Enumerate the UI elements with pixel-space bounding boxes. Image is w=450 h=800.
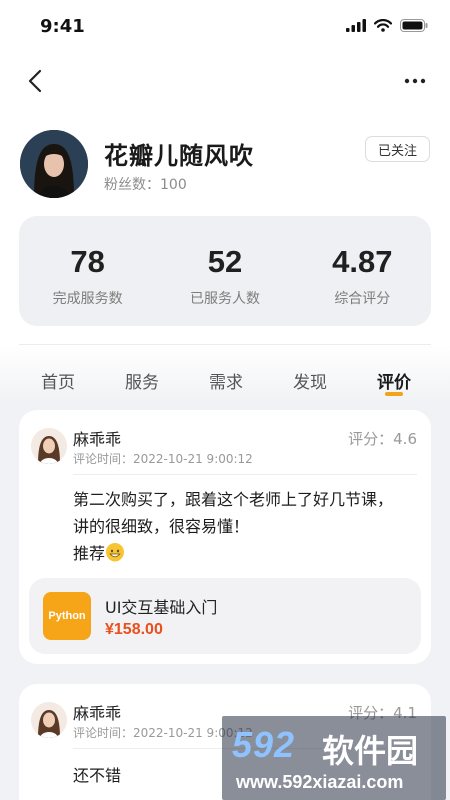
stat-value: 52: [207, 244, 243, 279]
watermark-text: 软件园: [322, 732, 419, 770]
tab-bar: 首页 服务 需求 发现 评价: [0, 362, 450, 402]
stats-panel: 78 完成服务数 52 已服务人数 4.87 综合评分: [19, 216, 431, 326]
avatar[interactable]: [31, 702, 67, 738]
review-text-line: 第二次购买了，跟着这个老师上了好几节课，: [73, 490, 394, 509]
profile-header: 花瓣儿随风吹 粉丝数：100 已关注: [0, 128, 450, 202]
wifi-icon: [374, 19, 392, 32]
review-text-line: 推荐: [73, 540, 417, 567]
fans-count: 粉丝数：100: [104, 177, 187, 193]
stat-completed-services: 78 完成服务数: [19, 216, 156, 326]
review-text: 还不错: [73, 766, 122, 785]
active-tab-indicator: [385, 392, 403, 396]
avatar[interactable]: [20, 130, 88, 198]
review-score: 评分：4.6: [348, 430, 417, 448]
avatar[interactable]: [31, 428, 67, 464]
nav-bar: [0, 56, 450, 106]
more-dots-icon: [404, 78, 426, 84]
back-button[interactable]: [18, 64, 52, 98]
product-title: UI交互基础入门: [105, 598, 218, 617]
reviewer-name: 麻乖乖: [73, 430, 122, 449]
stat-served-people: 52 已服务人数: [156, 216, 293, 326]
review-text-line: 讲的很细致，很容易懂！: [73, 517, 250, 536]
stat-value: 4.87: [332, 244, 393, 279]
stat-overall-rating: 4.87 综合评分: [294, 216, 431, 326]
profile-name: 花瓣儿随风吹: [104, 142, 254, 170]
divider: [73, 474, 417, 475]
tab-home[interactable]: 首页: [41, 368, 75, 393]
tab-discover[interactable]: 发现: [293, 368, 327, 393]
status-time: 9:41: [40, 16, 85, 37]
battery-icon: [400, 19, 428, 32]
stat-label: 综合评分: [334, 291, 391, 307]
reviewer-avatar-icon: [31, 428, 67, 464]
status-bar: 9:41: [0, 0, 450, 56]
watermark-url: www.592xiazai.com: [236, 772, 404, 792]
reviewer-avatar-icon: [31, 702, 67, 738]
grin-emoji-icon: [106, 543, 125, 562]
stat-value: 78: [70, 244, 105, 279]
follow-button[interactable]: 已关注: [364, 136, 430, 162]
signal-icon: [346, 19, 366, 32]
tab-services[interactable]: 服务: [125, 368, 159, 393]
reviewer-name: 麻乖乖: [73, 704, 122, 723]
review-text: 第二次购买了，跟着这个老师上了好几节课， 讲的很细致，很容易懂！ 推荐: [73, 486, 417, 567]
tab-demands[interactable]: 需求: [209, 368, 243, 393]
product-price: ¥158.00: [105, 621, 163, 638]
review-time: 评论时间：2022-10-21 9:00:12: [73, 452, 253, 466]
chevron-left-icon: [28, 69, 42, 93]
watermark: 592 软件园 www.592xiazai.com: [222, 716, 446, 800]
product-card[interactable]: Python UI交互基础入门 ¥158.00: [29, 578, 421, 654]
stat-label: 完成服务数: [52, 291, 123, 307]
review-text-recommend: 推荐: [73, 544, 106, 563]
review-card: 麻乖乖 评论时间：2022-10-21 9:00:12 评分：4.6 第二次购买…: [19, 410, 431, 664]
watermark-number: 592: [232, 724, 296, 765]
stat-label: 已服务人数: [189, 291, 260, 307]
divider: [19, 344, 431, 345]
product-thumbnail: Python: [43, 592, 91, 640]
status-icons: [346, 19, 428, 32]
avatar-portrait-icon: [20, 130, 88, 198]
tab-reviews[interactable]: 评价: [377, 368, 411, 393]
more-button[interactable]: [398, 64, 432, 98]
